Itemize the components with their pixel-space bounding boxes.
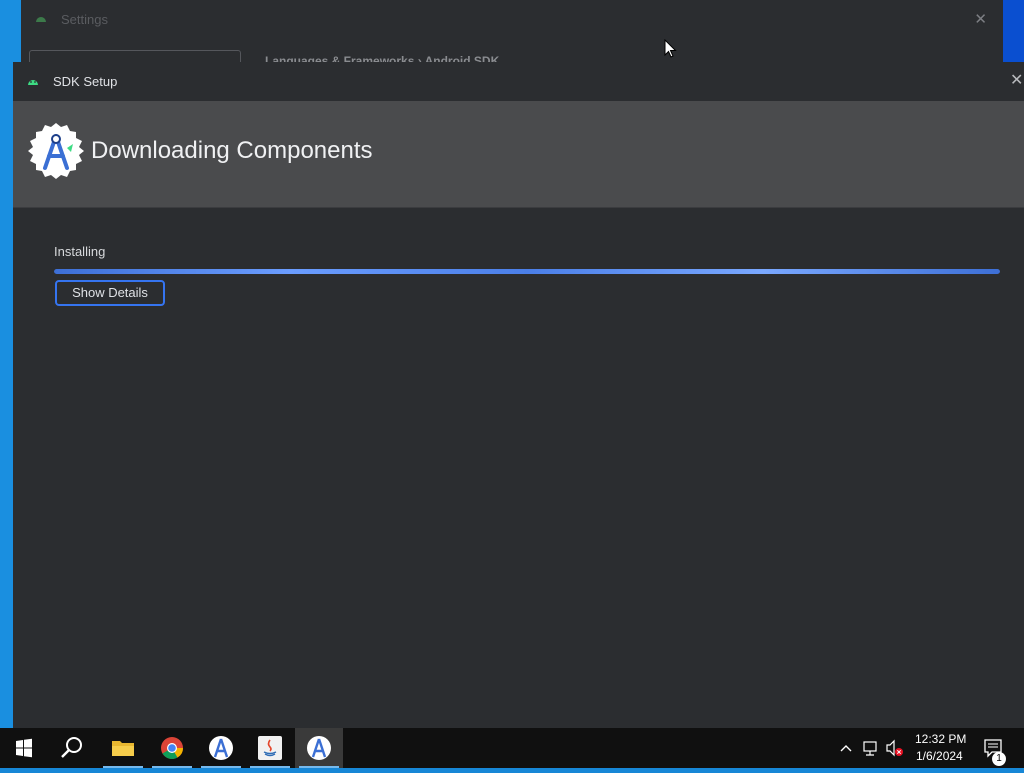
windows-start-icon [16,738,32,758]
start-button[interactable] [0,728,48,768]
dialog-title-bar: SDK Setup ✕ [13,62,1024,101]
settings-close-icon[interactable]: ✕ [974,10,987,28]
taskbar-chrome[interactable] [148,728,196,768]
android-icon [28,80,38,85]
install-progress-bar [54,269,1000,274]
taskbar-java[interactable] [246,728,294,768]
dialog-header: Downloading Components [13,101,1024,208]
file-explorer-icon [112,741,134,756]
clock-date[interactable]: 1/6/2024 [916,749,963,763]
chevron-up-icon[interactable] [838,728,854,768]
android-studio-icon [209,736,233,760]
taskbar-android-studio-active[interactable] [295,728,343,768]
taskbar-search-button[interactable] [48,728,96,768]
search-icon [61,737,82,758]
install-status-label: Installing [54,244,106,259]
taskbar: 12:32 PM 1/6/2024 [0,728,1024,768]
network-icon[interactable] [862,728,880,768]
dialog-title: SDK Setup [53,74,118,89]
android-icon [36,17,46,22]
mouse-pointer-icon [664,39,677,58]
chrome-icon [161,737,183,759]
settings-window: Settings ✕ Languages & Frameworks › Andr… [21,0,1003,62]
android-studio-icon [307,736,331,760]
settings-search-input[interactable] [29,50,241,62]
settings-breadcrumb: Languages & Frameworks › Android SDK [265,54,500,62]
dialog-heading: Downloading Components [91,137,373,164]
dialog-close-icon[interactable]: ✕ [1010,70,1024,92]
settings-window-title: Settings [61,12,108,27]
android-studio-logo-icon [28,123,84,179]
taskbar-android-studio[interactable] [197,728,245,768]
notification-count-badge: 1 [992,752,1006,766]
taskbar-file-explorer[interactable] [99,728,147,768]
show-details-button[interactable]: Show Details [55,280,165,306]
java-icon [258,736,282,760]
sdk-setup-dialog: SDK Setup ✕ Downloading Components Insta… [13,62,1024,728]
volume-muted-icon[interactable] [885,728,905,768]
clock-time[interactable]: 12:32 PM [915,732,966,746]
install-progress-fill [54,269,1000,274]
